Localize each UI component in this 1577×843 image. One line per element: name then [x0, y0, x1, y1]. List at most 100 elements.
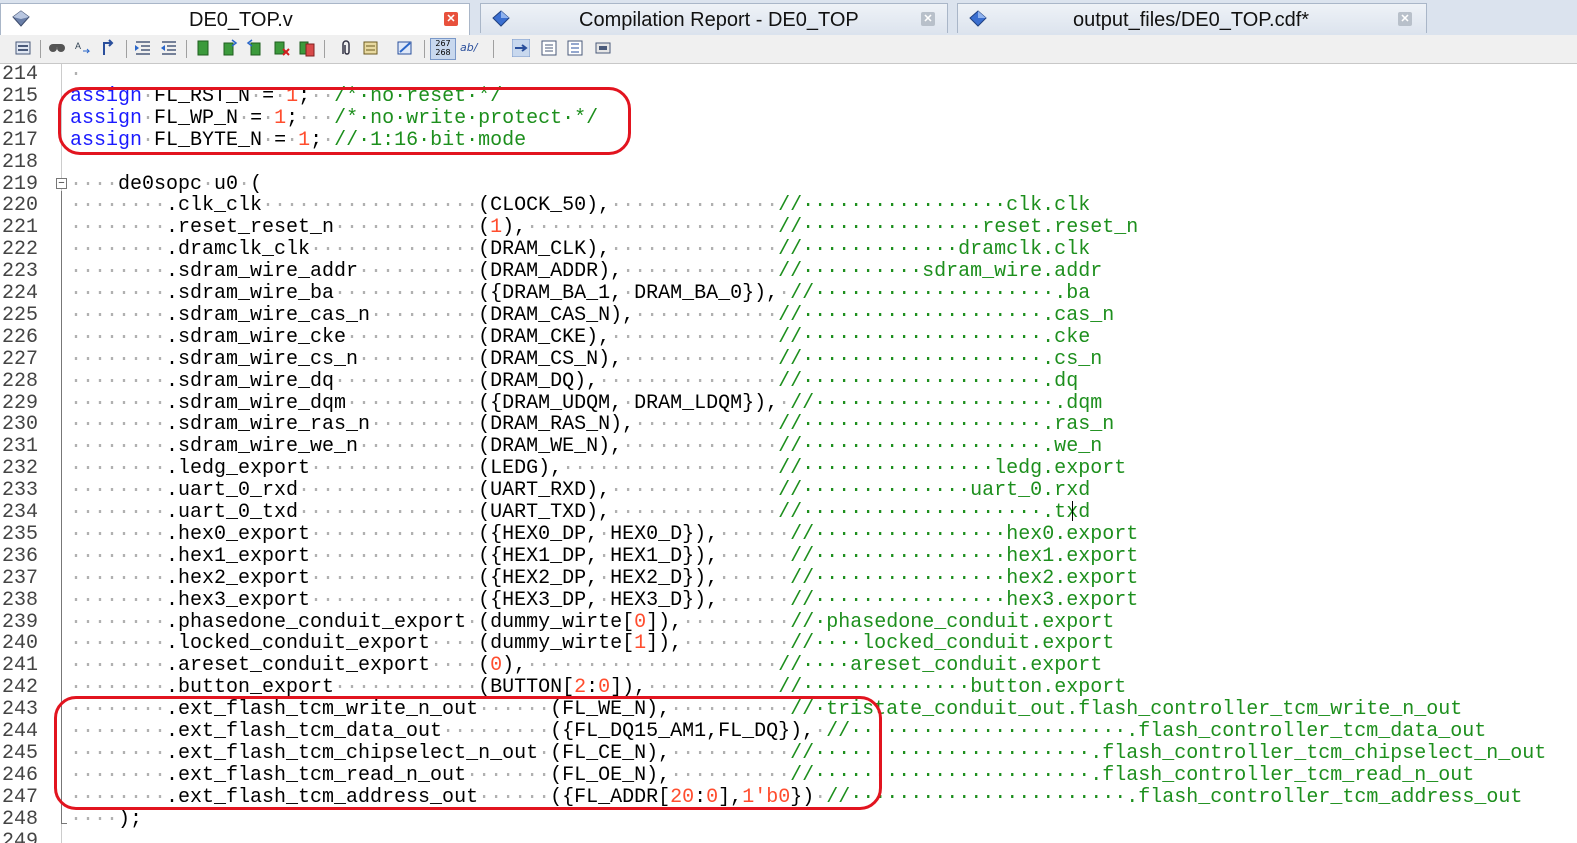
tab-output-cdf[interactable]: output_files/DE0_TOP.cdf* ✕: [957, 3, 1427, 33]
comment-token: //················hex1.export: [790, 544, 1139, 568]
close-tab-icon[interactable]: ✕: [921, 12, 935, 26]
code-line[interactable]: 239 ········.phasedone_conduit_export·(du…: [0, 611, 1577, 634]
code-line[interactable]: 241 ········.areset_conduit_export····(0)…: [0, 655, 1577, 677]
collapse-all-icon[interactable]: [594, 39, 612, 57]
goto-block-icon[interactable]: [540, 39, 558, 57]
line-code: ········.sdram_wire_we_n··········(DRAM_…: [70, 436, 1102, 458]
enable-syntax-icon[interactable]: [512, 39, 530, 57]
code-token: u0: [214, 172, 239, 196]
code-line[interactable]: 237 ········.hex2_export··············({H…: [0, 566, 1577, 590]
text-editor[interactable]: 214 · 215 assign·FL_RST_N·=·1;··/*·no·reset…: [0, 64, 1577, 843]
line-code: ········.sdram_wire_dq············(DRAM_…: [70, 369, 1078, 393]
code-line[interactable]: 223 ········.sdram_wire_addr··········(DR…: [0, 261, 1577, 283]
expand-all-icon[interactable]: [566, 39, 584, 57]
whitespace-marker: ········: [70, 369, 167, 393]
whitespace-marker: ···············: [298, 479, 479, 503]
next-bookmark-icon[interactable]: [246, 39, 264, 57]
annotation-box-flash-ports: [54, 696, 882, 810]
uncomment-icon[interactable]: [396, 39, 414, 57]
goto-line-icon[interactable]: [100, 39, 118, 57]
code-token: .dramclk_clk: [166, 238, 311, 262]
whitespace-marker: ··············: [610, 479, 779, 503]
code-token: .reset_reset_n: [166, 216, 335, 240]
close-tab-icon[interactable]: ✕: [444, 12, 458, 26]
tab-compilation-report[interactable]: Compilation Report - DE0_TOP ✕: [480, 3, 948, 33]
code-line[interactable]: 235 ········.hex0_export··············({H…: [0, 522, 1577, 546]
code-line[interactable]: 214 ·: [0, 64, 1577, 86]
previous-bookmark-icon[interactable]: [220, 39, 238, 57]
code-line[interactable]: 224 ········.sdram_wire_ba············({D…: [0, 283, 1577, 305]
open-file-icon[interactable]: [14, 39, 32, 57]
line-number: 235: [2, 522, 39, 546]
decrease-indent-icon[interactable]: [160, 39, 178, 57]
code-line[interactable]: 228 ········.sdram_wire_dq············(DR…: [0, 369, 1577, 393]
find-icon[interactable]: [48, 39, 66, 57]
whitespace-marker: ··················: [562, 457, 779, 481]
tab-label: output_files/DE0_TOP.cdf*: [1073, 9, 1310, 31]
code-token: (CLOCK_50),: [478, 194, 611, 218]
line-code: ········.uart_0_rxd···············(UART_…: [70, 480, 1090, 502]
line-number: 237: [2, 566, 39, 590]
comment-token: //·······················.flash_controll…: [790, 763, 1475, 787]
code-line[interactable]: 219 ····de0sopc·u0·(: [0, 172, 1577, 196]
whitespace-marker: ·: [622, 282, 635, 305]
comment-token: //··············uart_0.rxd: [778, 479, 1091, 503]
code-line[interactable]: 248 ····);: [0, 808, 1577, 831]
line-code: ········.ledg_export··············(LEDG)…: [70, 458, 1126, 480]
whitespace-marker: ···············: [598, 369, 779, 393]
line-numbers-icon[interactable]: 267 268: [430, 38, 456, 60]
code-line[interactable]: 232 ········.ledg_export··············(LE…: [0, 458, 1577, 480]
bookmark-list-icon[interactable]: [298, 39, 316, 57]
code-token: ]),: [646, 632, 683, 656]
toggle-bookmark-icon[interactable]: [194, 39, 212, 57]
code-line[interactable]: 230 ········.sdram_wire_ras_n·········(DR…: [0, 414, 1577, 436]
code-line[interactable]: 249: [0, 830, 1577, 843]
code-token: ({HEX0_DP,: [478, 522, 599, 546]
whitespace-marker: ·: [598, 566, 611, 590]
clear-bookmarks-icon[interactable]: [272, 39, 290, 57]
comment-icon[interactable]: [362, 39, 380, 57]
code-line[interactable]: 225 ········.sdram_wire_cas_n·········(DR…: [0, 304, 1577, 327]
line-number: 215: [2, 84, 39, 108]
line-code: ········.areset_conduit_export····(0),··…: [70, 655, 1102, 677]
code-line[interactable]: 234 ········.uart_0_txd···············(UA…: [0, 502, 1577, 524]
whitespace-marker: ········: [70, 522, 167, 546]
whitespace-marker: ··················: [262, 194, 479, 218]
code-token: .locked_conduit_export: [166, 632, 431, 656]
comment-token: //·······················.flash_controll…: [826, 720, 1487, 743]
code-token: DRAM_BA_0}),: [634, 282, 779, 305]
line-number: 222: [2, 238, 39, 262]
word-wrap-icon[interactable]: ab/: [460, 39, 480, 57]
code-line[interactable]: 238 ········.hex3_export··············({H…: [0, 589, 1577, 612]
line-number: 245: [2, 741, 39, 765]
code-line[interactable]: 221 ········.reset_reset_n············(1)…: [0, 217, 1577, 239]
code-line[interactable]: 236 ········.hex1_export··············({H…: [0, 544, 1577, 568]
code-token: (DRAM_CS_N),: [478, 347, 623, 371]
whitespace-marker: ········: [70, 566, 167, 590]
number-token: 0: [490, 654, 503, 678]
comment-token: //··········sdram_wire.addr: [778, 260, 1103, 284]
code-line[interactable]: 231 ········.sdram_wire_we_n··········(DR…: [0, 436, 1577, 458]
tab-label: Compilation Report - DE0_TOP: [579, 9, 859, 31]
code-line[interactable]: 226 ········.sdram_wire_cke···········(DR…: [0, 326, 1577, 349]
code-line[interactable]: 222 ········.dramclk_clk··············(DR…: [0, 239, 1577, 261]
find-replace-icon[interactable]: A: [74, 39, 92, 57]
code-token: ({HEX1_DP,: [478, 544, 599, 568]
tab-de0-top-v[interactable]: DE0_TOP.v ✕: [0, 3, 470, 36]
code-token: (LEDG),: [478, 457, 563, 481]
insert-template-icon[interactable]: [336, 39, 354, 57]
code-line[interactable]: 233 ········.uart_0_rxd···············(UA…: [0, 480, 1577, 502]
code-line[interactable]: 240 ········.locked_conduit_export····(du…: [0, 633, 1577, 655]
line-code: ········.uart_0_txd···············(UART_…: [70, 502, 1090, 524]
code-token: .sdram_wire_addr: [166, 260, 359, 284]
code-line[interactable]: 220 ········.clk_clk··················(CL…: [0, 195, 1577, 217]
increase-indent-icon[interactable]: [134, 39, 152, 57]
fold-collapse-icon[interactable]: −: [56, 178, 67, 189]
code-line[interactable]: 227 ········.sdram_wire_cs_n··········(DR…: [0, 347, 1577, 371]
comment-token: //·············dramclk.clk: [778, 238, 1091, 262]
whitespace-marker: ·: [598, 544, 611, 568]
code-line[interactable]: 229 ········.sdram_wire_dqm···········({D…: [0, 392, 1577, 415]
close-tab-icon[interactable]: ✕: [1398, 12, 1412, 26]
whitespace-marker: ·············: [622, 347, 779, 371]
svg-text:A: A: [75, 41, 81, 51]
